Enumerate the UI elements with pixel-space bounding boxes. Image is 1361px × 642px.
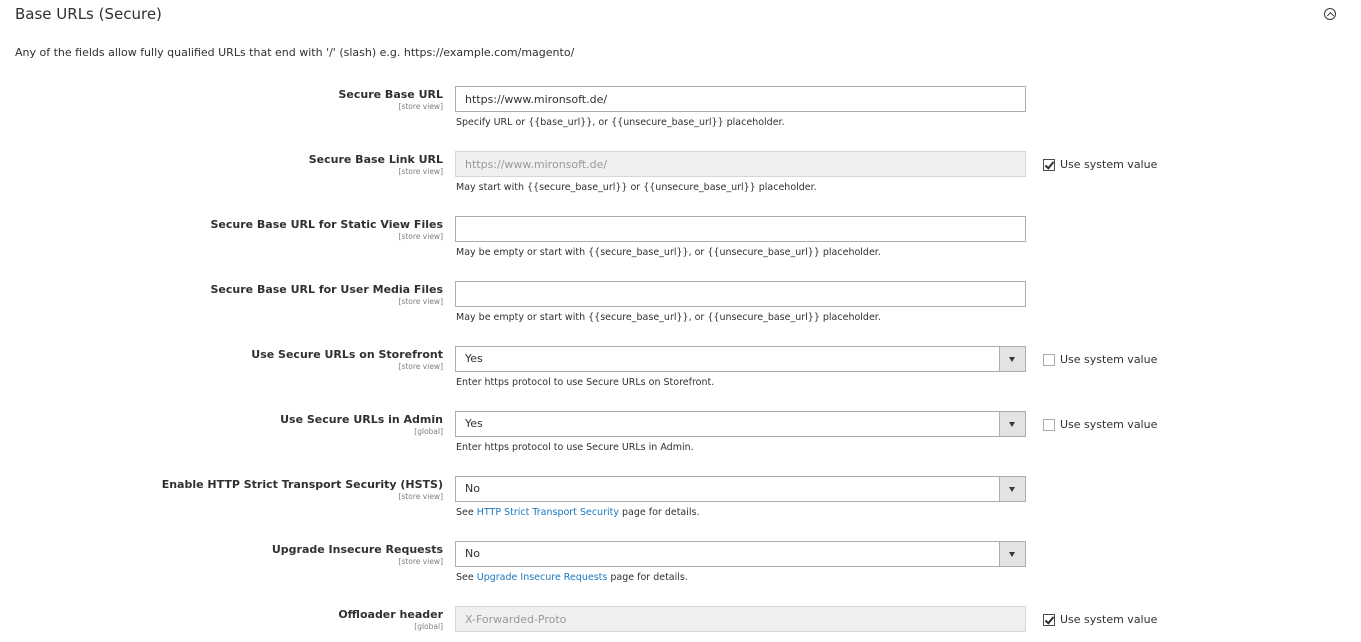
upgrade-insecure-link[interactable]: Upgrade Insecure Requests [477, 572, 608, 583]
chevron-down-icon[interactable] [999, 412, 1025, 436]
scope-label: [global] [414, 622, 443, 631]
field-note: Enter https protocol to use Secure URLs … [456, 377, 715, 388]
use-secure-admin-select[interactable]: Yes [455, 411, 1026, 437]
scope-label: [store view] [398, 102, 443, 111]
note-suffix: page for details. [618, 507, 700, 518]
field-note: May start with {{secure_base_url}} or {{… [456, 182, 817, 193]
chevron-down-icon[interactable] [999, 477, 1025, 501]
label-text: Upgrade Insecure Requests [271, 543, 443, 556]
label-text: Secure Base URL [338, 88, 443, 101]
upgrade-insecure-select[interactable]: No [455, 541, 1026, 567]
use-system-value-label: Use system value [1060, 158, 1158, 171]
select-value: No [465, 547, 480, 560]
secure-base-link-url-input[interactable] [455, 151, 1026, 177]
hsts-select[interactable]: No [455, 476, 1026, 502]
row-secure-base-link-url: Secure Base Link URL [store view] May st… [0, 151, 1361, 211]
section-description: Any of the fields allow fully qualified … [15, 46, 575, 59]
chevron-down-icon[interactable] [999, 542, 1025, 566]
scope-label: [store view] [398, 232, 443, 241]
scope-label: [store view] [398, 557, 443, 566]
label-text: Offloader header [338, 608, 443, 621]
row-use-secure-frontend: Use Secure URLs on Storefront [store vie… [0, 346, 1361, 406]
note-suffix: page for details. [607, 572, 688, 583]
note-prefix: See [456, 507, 477, 518]
label-text: Use Secure URLs on Storefront [251, 348, 443, 361]
label-upgrade-insecure: Upgrade Insecure Requests [store view] [272, 543, 443, 566]
label-secure-base-link-url: Secure Base Link URL [store view] [309, 153, 443, 176]
row-secure-base-url: Secure Base URL [store view] Specify URL… [0, 86, 1361, 146]
scope-label: [store view] [398, 297, 443, 306]
use-secure-frontend-select[interactable]: Yes [455, 346, 1026, 372]
chevron-down-icon[interactable] [999, 347, 1025, 371]
scope-label: [global] [414, 427, 443, 436]
use-system-value-label: Use system value [1060, 353, 1158, 366]
label-use-secure-frontend: Use Secure URLs on Storefront [store vie… [251, 348, 443, 371]
checkbox-checked[interactable] [1043, 613, 1055, 626]
offloader-header-input[interactable] [455, 606, 1026, 632]
field-note: Specify URL or {{base_url}}, or {{unsecu… [456, 117, 785, 128]
row-upgrade-insecure: Upgrade Insecure Requests [store view] N… [0, 541, 1361, 601]
field-note: See Upgrade Insecure Requests page for d… [456, 572, 688, 583]
secure-base-media-url-input[interactable] [455, 281, 1026, 307]
use-system-value-secure-frontend[interactable]: Use system value [1043, 353, 1157, 366]
use-system-value-label: Use system value [1060, 613, 1158, 626]
scope-label: [store view] [398, 167, 443, 176]
field-note: May be empty or start with {{secure_base… [456, 312, 881, 323]
row-secure-base-static-url: Secure Base URL for Static View Files [s… [0, 216, 1361, 276]
label-offloader-header: Offloader header [global] [338, 608, 443, 631]
row-hsts: Enable HTTP Strict Transport Security (H… [0, 476, 1361, 536]
section-title[interactable]: Base URLs (Secure) [15, 5, 162, 23]
collapse-icon[interactable] [1324, 8, 1336, 20]
row-secure-base-media-url: Secure Base URL for User Media Files [st… [0, 281, 1361, 341]
row-use-secure-admin: Use Secure URLs in Admin [global] Yes En… [0, 411, 1361, 471]
use-system-value-secure-admin[interactable]: Use system value [1043, 418, 1157, 431]
field-note: Enter https protocol to use Secure URLs … [456, 442, 694, 453]
label-text: Secure Base Link URL [308, 153, 443, 166]
scope-label: [store view] [398, 362, 443, 371]
base-urls-secure-section: Base URLs (Secure) Any of the fields all… [0, 0, 1361, 642]
use-system-value-label: Use system value [1060, 418, 1158, 431]
use-system-value-secure-base-link-url[interactable]: Use system value [1043, 158, 1157, 171]
row-offloader-header: Offloader header [global] Use system val… [0, 606, 1361, 636]
scope-label: [store view] [398, 492, 443, 501]
label-hsts: Enable HTTP Strict Transport Security (H… [162, 478, 443, 501]
select-value: Yes [465, 417, 483, 430]
use-system-value-offloader-header[interactable]: Use system value [1043, 613, 1157, 626]
checkbox-unchecked[interactable] [1043, 418, 1055, 431]
label-text: Use Secure URLs in Admin [280, 413, 443, 426]
select-value: No [465, 482, 480, 495]
label-secure-base-media-url: Secure Base URL for User Media Files [st… [211, 283, 444, 306]
secure-base-static-url-input[interactable] [455, 216, 1026, 242]
select-value: Yes [465, 352, 483, 365]
label-text: Enable HTTP Strict Transport Security (H… [161, 478, 443, 491]
secure-base-url-input[interactable] [455, 86, 1026, 112]
field-note: May be empty or start with {{secure_base… [456, 247, 881, 258]
label-text: Secure Base URL for User Media Files [210, 283, 444, 296]
label-text: Secure Base URL for Static View Files [210, 218, 443, 231]
checkbox-unchecked[interactable] [1043, 353, 1055, 366]
note-prefix: See [456, 572, 477, 583]
checkbox-checked[interactable] [1043, 158, 1055, 171]
hsts-link[interactable]: HTTP Strict Transport Security [477, 507, 619, 518]
label-secure-base-static-url: Secure Base URL for Static View Files [s… [210, 218, 443, 241]
label-secure-base-url: Secure Base URL [store view] [338, 88, 443, 111]
label-use-secure-admin: Use Secure URLs in Admin [global] [280, 413, 443, 436]
field-note: See HTTP Strict Transport Security page … [456, 507, 700, 518]
